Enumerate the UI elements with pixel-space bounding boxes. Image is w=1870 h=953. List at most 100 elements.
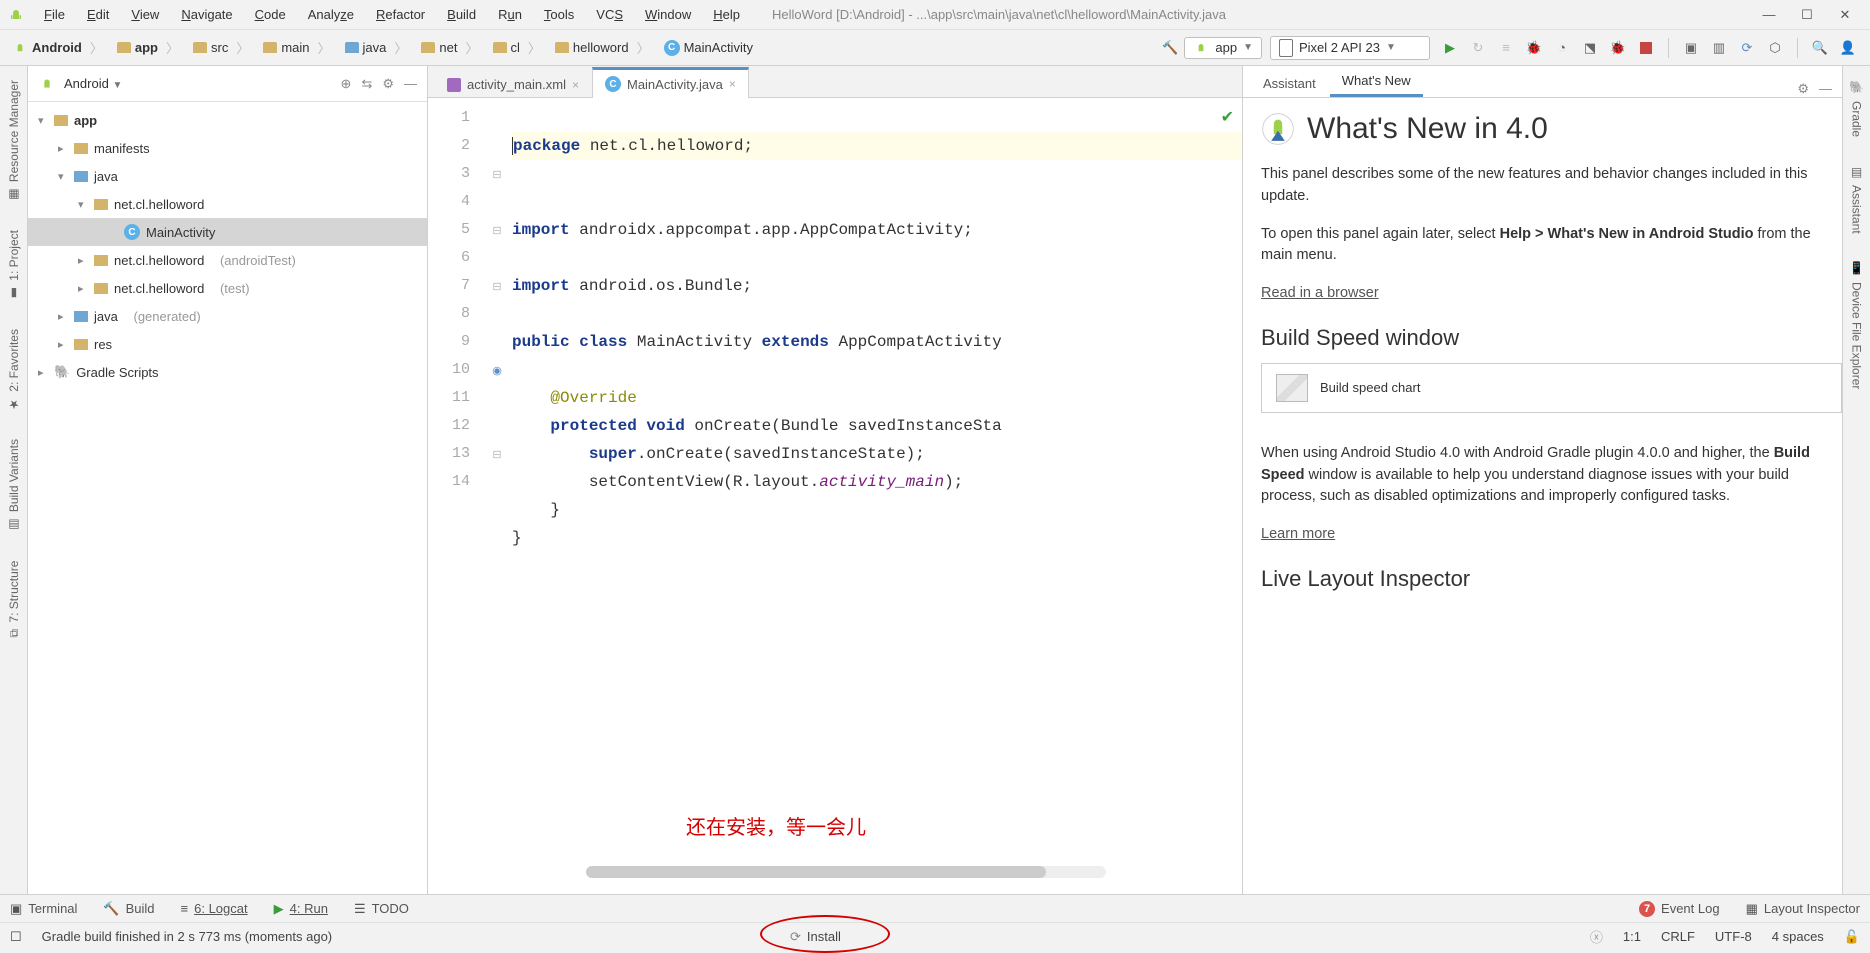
editor-hscrollbar[interactable] — [586, 866, 1106, 878]
menu-refactor[interactable]: Refactor — [366, 3, 435, 26]
user-icon[interactable]: 👤 — [1838, 38, 1858, 58]
tree-gradle[interactable]: ▸🐘Gradle Scripts — [28, 358, 427, 386]
tool-event-log[interactable]: 7 Event Log — [1639, 901, 1720, 917]
stop-icon[interactable] — [1636, 38, 1656, 58]
tool-assistant[interactable]: ▤Assistant — [1850, 161, 1864, 238]
menu-code[interactable]: Code — [245, 3, 296, 26]
hide-icon[interactable]: — — [1819, 81, 1832, 97]
avd-icon[interactable]: ▣ — [1681, 38, 1701, 58]
annotation-overlay: 还在安装，等一会儿 — [686, 816, 866, 844]
tool-todo[interactable]: ☰ TODO — [354, 901, 409, 917]
tool-terminal[interactable]: ▣ Terminal — [10, 901, 77, 917]
profile-icon[interactable]: ◔ — [1552, 38, 1572, 58]
gear-icon[interactable]: ⚙ — [382, 76, 394, 92]
tab-whats-new[interactable]: What's New — [1330, 67, 1423, 97]
tool-logcat[interactable]: ≡ 6: Logcat — [181, 901, 248, 916]
menu-window[interactable]: Window — [635, 3, 701, 26]
close-button[interactable]: ✕ — [1830, 3, 1860, 27]
menu-file[interactable]: File — [34, 3, 75, 26]
bottom-tool-bar: ▣ Terminal 🔨 Build ≡ 6: Logcat ▶ 4: Run … — [0, 894, 1870, 922]
apply-code-icon[interactable]: ≡ — [1496, 38, 1516, 58]
tool-device-explorer[interactable]: 📱Device File Explorer — [1850, 257, 1864, 393]
tree-res[interactable]: ▸res — [28, 330, 427, 358]
tree-manifests[interactable]: ▸manifests — [28, 134, 427, 162]
menu-edit[interactable]: Edit — [77, 3, 119, 26]
gear-icon[interactable]: ⚙ — [1797, 81, 1809, 97]
menu-vcs[interactable]: VCS — [586, 3, 633, 26]
run-config-combo[interactable]: app▼ — [1184, 37, 1262, 59]
tree-java[interactable]: ▾java — [28, 162, 427, 190]
crumb-cl[interactable]: cl〉 — [487, 36, 547, 59]
lock-icon[interactable]: 🔓 — [1844, 929, 1860, 945]
status-close-icon[interactable]: ⓧ — [1590, 927, 1603, 946]
hide-icon[interactable]: — — [404, 76, 417, 92]
menu-view[interactable]: View — [121, 3, 169, 26]
close-icon[interactable]: × — [729, 77, 736, 91]
menu-analyze[interactable]: Analyze — [298, 3, 364, 26]
cube-icon[interactable]: ⬡ — [1765, 38, 1785, 58]
tree-app[interactable]: ▾app — [28, 106, 427, 134]
tree-pkg-main[interactable]: ▾net.cl.helloword — [28, 190, 427, 218]
attach-icon[interactable]: 🐞 — [1608, 38, 1628, 58]
tool-structure[interactable]: ⧉7: Structure — [7, 557, 21, 642]
editor-tabs: activity_main.xml× CMainActivity.java× — [428, 66, 1242, 98]
code-content[interactable]: package net.cl.helloword; import android… — [506, 98, 1242, 894]
tool-build[interactable]: 🔨 Build — [103, 901, 154, 917]
tab-activity-main-xml[interactable]: activity_main.xml× — [434, 70, 592, 98]
debug-icon[interactable]: 🐞 — [1524, 38, 1544, 58]
target-icon[interactable]: ⊕ — [341, 76, 352, 92]
crumb-src[interactable]: src〉 — [187, 36, 255, 59]
run-icon[interactable]: ▶ — [1440, 38, 1460, 58]
project-view-selector[interactable]: Android ▼ — [64, 76, 122, 91]
window-controls: — ☐ ✕ — [1754, 3, 1864, 27]
menu-run[interactable]: Run — [488, 3, 532, 26]
android-studio-icon — [1261, 112, 1295, 146]
tool-project[interactable]: ▮1: Project — [7, 226, 21, 305]
device-combo[interactable]: Pixel 2 API 23▼ — [1270, 36, 1430, 60]
crumb-main[interactable]: main〉 — [257, 36, 336, 59]
caret-position[interactable]: 1:1 — [1623, 929, 1641, 944]
class-icon: C — [605, 76, 621, 92]
tool-run[interactable]: ▶ 4: Run — [274, 901, 328, 917]
tree-pkg-test[interactable]: ▸net.cl.helloword (test) — [28, 274, 427, 302]
tree-pkg-androidtest[interactable]: ▸net.cl.helloword (androidTest) — [28, 246, 427, 274]
tool-layout-inspector[interactable]: ▦ Layout Inspector — [1746, 901, 1860, 917]
menu-tools[interactable]: Tools — [534, 3, 584, 26]
menu-help[interactable]: Help — [703, 3, 750, 26]
coverage-icon[interactable]: ⬔ — [1580, 38, 1600, 58]
file-encoding[interactable]: UTF-8 — [1715, 929, 1752, 944]
tool-favorites[interactable]: ★2: Favorites — [7, 325, 21, 416]
line-separator[interactable]: CRLF — [1661, 929, 1695, 944]
tree-java-gen[interactable]: ▸java (generated) — [28, 302, 427, 330]
right-tool-strip: 🐘Gradle ▤Assistant 📱Device File Explorer — [1842, 66, 1870, 894]
editor-body[interactable]: 1234567891011121314 ⊟⊟⊟◉⊟ package net.cl… — [428, 98, 1242, 894]
build-speed-chart-label: Build speed chart — [1320, 380, 1420, 395]
crumb-java[interactable]: java〉 — [339, 36, 414, 59]
minimize-button[interactable]: — — [1754, 3, 1784, 27]
tree-mainactivity[interactable]: CMainActivity — [28, 218, 427, 246]
hammer-icon[interactable]: 🔨 — [1160, 38, 1180, 58]
collapse-icon[interactable]: ⇆ — [361, 76, 372, 92]
tab-mainactivity-java[interactable]: CMainActivity.java× — [592, 67, 749, 98]
learn-more-link[interactable]: Learn more — [1261, 526, 1335, 542]
tool-resource-manager[interactable]: ▦Resource Manager — [7, 76, 21, 206]
sdk-icon[interactable]: ▥ — [1709, 38, 1729, 58]
search-icon[interactable]: 🔍 — [1810, 38, 1830, 58]
close-icon[interactable]: × — [572, 78, 579, 92]
crumb-android[interactable]: Android〉 — [6, 36, 109, 59]
menu-build[interactable]: Build — [437, 3, 486, 26]
crumb-mainactivity[interactable]: CMainActivity — [658, 38, 759, 58]
sync-icon[interactable]: ⟳ — [1737, 38, 1757, 58]
crumb-helloword[interactable]: helloword〉 — [549, 36, 656, 59]
indent-info[interactable]: 4 spaces — [1772, 929, 1824, 944]
maximize-button[interactable]: ☐ — [1792, 3, 1822, 27]
crumb-app[interactable]: app〉 — [111, 36, 185, 59]
read-in-browser-link[interactable]: Read in a browser — [1261, 285, 1379, 301]
tool-build-variants[interactable]: ▤Build Variants — [7, 435, 21, 536]
tab-assistant[interactable]: Assistant — [1251, 70, 1328, 97]
crumb-net[interactable]: net〉 — [415, 36, 484, 59]
menu-navigate[interactable]: Navigate — [171, 3, 242, 26]
live-layout-heading: Live Layout Inspector — [1261, 566, 1842, 592]
apply-changes-icon[interactable]: ↻ — [1468, 38, 1488, 58]
tool-gradle[interactable]: 🐘Gradle — [1850, 76, 1864, 141]
